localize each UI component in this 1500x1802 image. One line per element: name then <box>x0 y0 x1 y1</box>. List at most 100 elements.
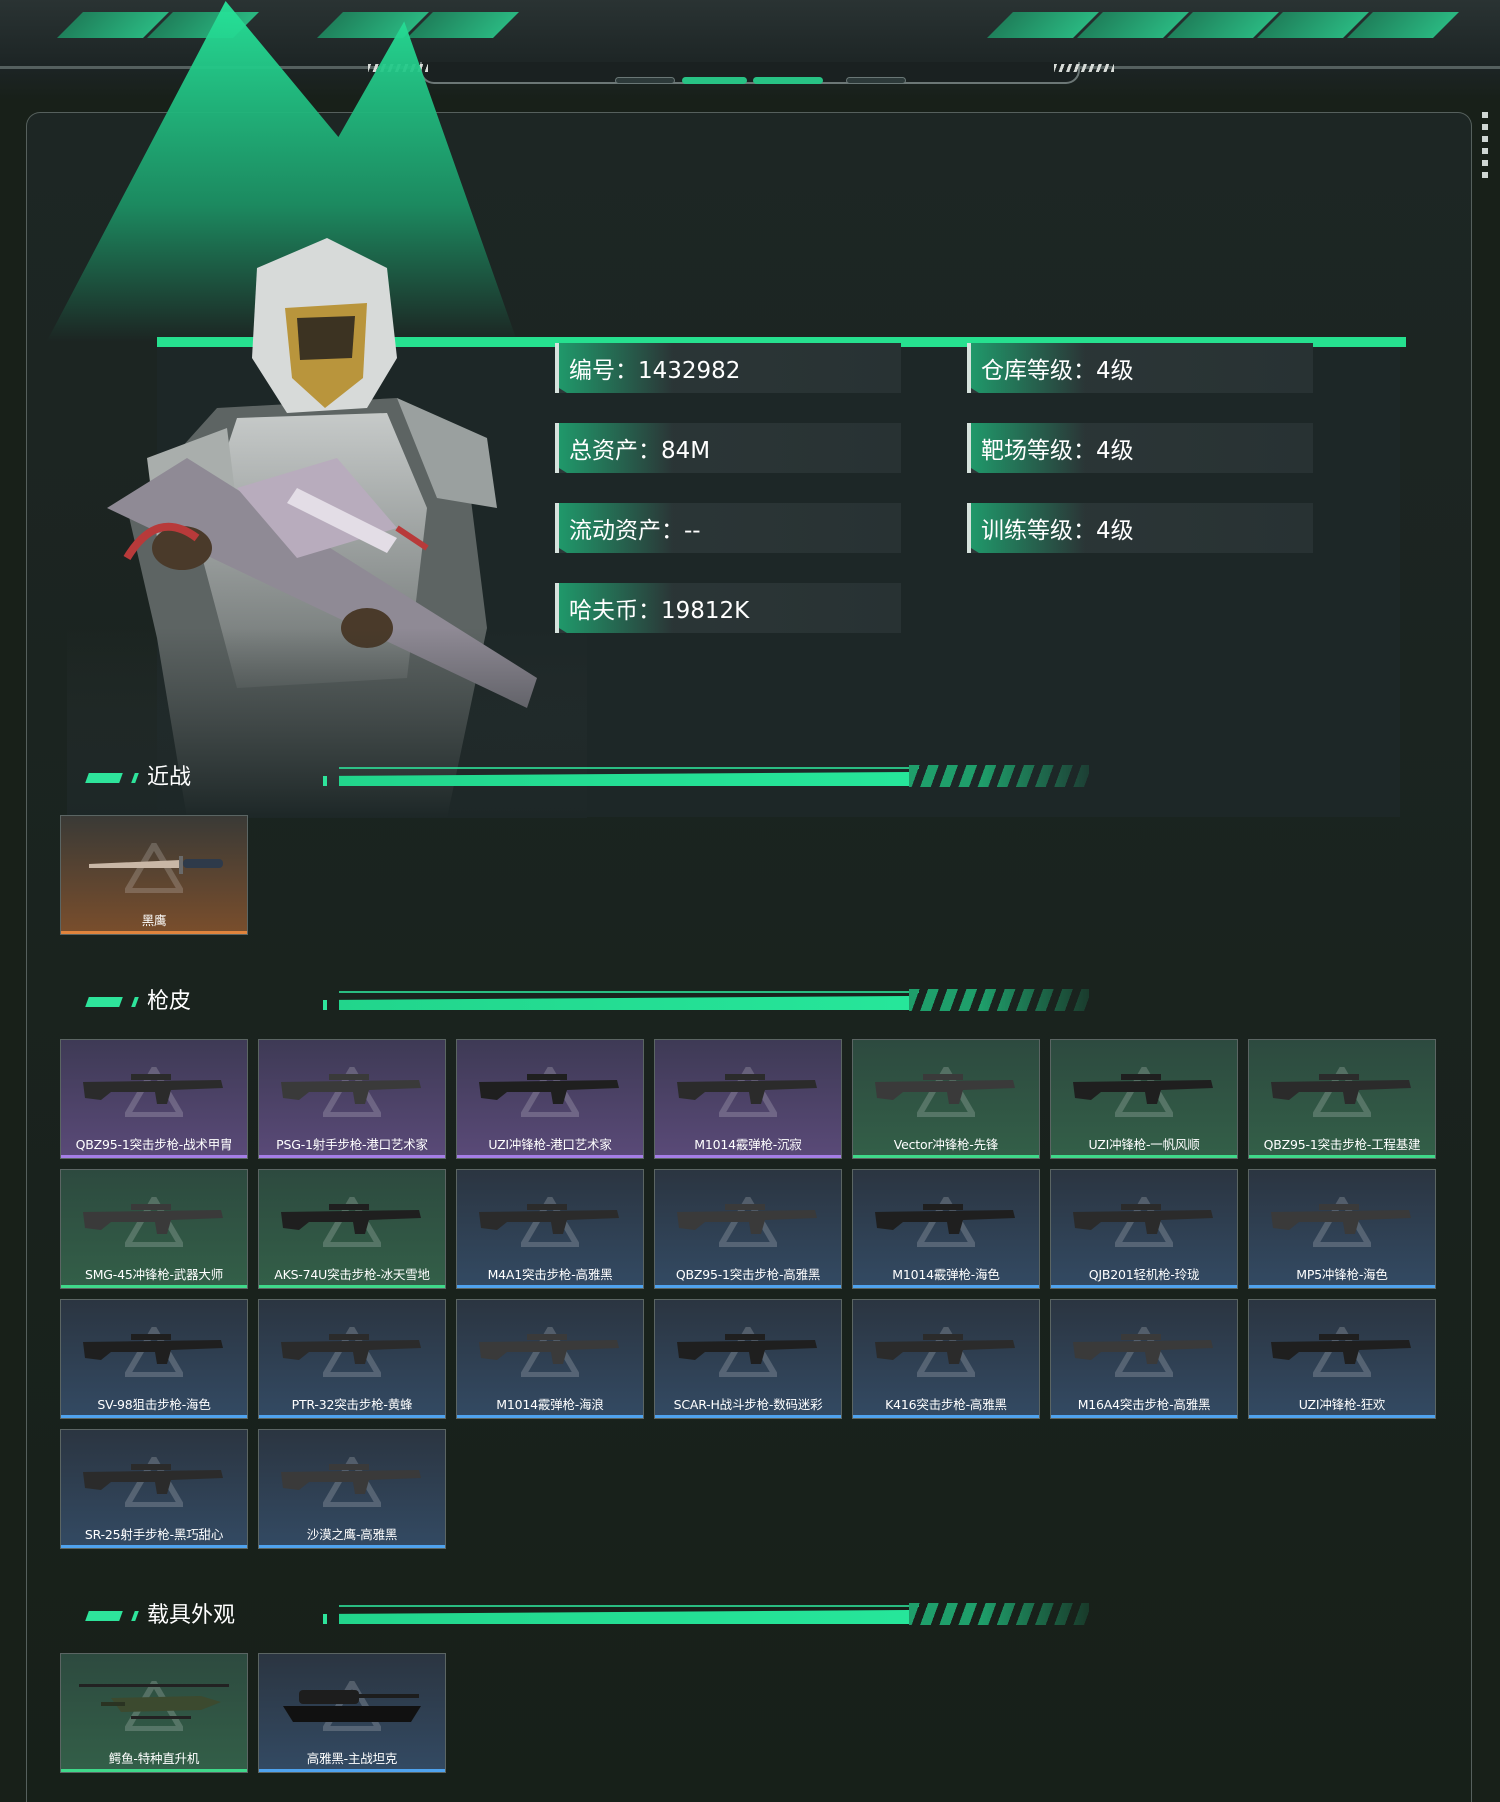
stat-range-level: 靶场等级：4级 <box>967 423 1313 473</box>
vehicles-item-card[interactable]: 高雅黑-主战坦克 <box>258 1653 446 1773</box>
melee-item-card[interactable]: 黑鹰 <box>60 815 248 935</box>
skins-item-card[interactable]: UZI冲锋枪-港口艺术家 <box>456 1039 644 1159</box>
rarity-bar <box>61 1769 247 1772</box>
stat-hafu-coin: 哈夫币：19812K <box>555 583 901 633</box>
gun-icon <box>281 1074 421 1104</box>
item-name: SMG-45冲锋枪-武器大师 <box>84 1267 224 1282</box>
rarity-bar <box>1249 1285 1435 1288</box>
skins-item-card[interactable]: Vector冲锋枪-先锋 <box>852 1039 1040 1159</box>
skins-item-card[interactable]: SCAR-H战斗步枪-数码迷彩 <box>654 1299 842 1419</box>
item-name: M4A1突击步枪-高雅黑 <box>487 1267 613 1282</box>
skins-item-card[interactable]: M16A4突击步枪-高雅黑 <box>1050 1299 1238 1419</box>
gun-icon <box>1073 1334 1213 1364</box>
skins-item-card[interactable]: K416突击步枪-高雅黑 <box>852 1299 1040 1419</box>
item-name: SCAR-H战斗步枪-数码迷彩 <box>673 1397 823 1412</box>
rarity-bar <box>61 1285 247 1288</box>
rarity-bar <box>1249 1155 1435 1158</box>
stat-player-id: 编号：1432982 <box>555 343 901 393</box>
skins-item-card[interactable]: QBZ95-1突击步枪-战术甲胄 <box>60 1039 248 1159</box>
stat-warehouse-level-text: 仓库等级：4级 <box>981 358 1134 384</box>
item-name: UZI冲锋枪-一帆风顺 <box>1088 1137 1200 1152</box>
item-name: QBZ95-1突击步枪-工程基建 <box>1263 1137 1421 1152</box>
stat-hafu-coin-text: 哈夫币：19812K <box>569 598 750 624</box>
skins-item-card[interactable]: MP5冲锋枪-海色 <box>1248 1169 1436 1289</box>
skins-item-card[interactable]: PTR-32突击步枪-黄蜂 <box>258 1299 446 1419</box>
skins-item-card[interactable]: M1014霰弹枪-沉寂 <box>654 1039 842 1159</box>
side-scroll-indicator <box>1482 112 1488 182</box>
rarity-bar <box>61 931 247 934</box>
rarity-bar <box>457 1415 643 1418</box>
stat-training-level: 训练等级：4级 <box>967 503 1313 553</box>
stat-player-id-text: 编号：1432982 <box>569 358 741 384</box>
gun-icon <box>1073 1074 1213 1104</box>
skins-item-card[interactable]: M4A1突击步枪-高雅黑 <box>456 1169 644 1289</box>
gun-icon <box>677 1074 817 1104</box>
rarity-bar <box>457 1285 643 1288</box>
skins-item-card[interactable]: SMG-45冲锋枪-武器大师 <box>60 1169 248 1289</box>
item-name: QBZ95-1突击步枪-高雅黑 <box>675 1267 821 1282</box>
gun-icon <box>479 1204 619 1234</box>
rarity-bar <box>655 1285 841 1288</box>
skins-item-card[interactable]: QJB201轻机枪-玲珑 <box>1050 1169 1238 1289</box>
rarity-bar <box>853 1285 1039 1288</box>
rarity-bar <box>457 1155 643 1158</box>
item-name: PTR-32突击步枪-黄蜂 <box>291 1397 413 1412</box>
item-name: UZI冲锋枪-港口艺术家 <box>488 1137 612 1152</box>
section-header-melee: 近战 <box>85 763 1089 793</box>
main-panel: 编号：1432982 仓库等级：4级 总资产：84M 靶场等级：4级 流动资产：… <box>26 1 1472 1802</box>
decor-pill <box>682 77 747 84</box>
item-name: UZI冲锋枪-狂欢 <box>1298 1397 1386 1412</box>
skins-item-card[interactable]: UZI冲锋枪-一帆风顺 <box>1050 1039 1238 1159</box>
item-name: 高雅黑-主战坦克 <box>306 1751 398 1766</box>
gun-icon <box>875 1204 1015 1234</box>
skins-item-card[interactable]: PSG-1射手步枪-港口艺术家 <box>258 1039 446 1159</box>
vehicles-item-card[interactable]: 鳄鱼-特种直升机 <box>60 1653 248 1773</box>
gun-icon <box>677 1204 817 1234</box>
item-name: MP5冲锋枪-海色 <box>1296 1267 1388 1282</box>
skins-item-card[interactable]: UZI冲锋枪-狂欢 <box>1248 1299 1436 1419</box>
gun-icon <box>677 1334 817 1364</box>
rarity-bar <box>655 1415 841 1418</box>
section-header-vehicles: 载具外观 <box>85 1601 1089 1631</box>
item-name: SV-98狙击步枪-海色 <box>97 1397 211 1412</box>
skins-item-card[interactable]: M1014霰弹枪-海浪 <box>456 1299 644 1419</box>
decor-rail-notch <box>420 62 1080 84</box>
gun-icon <box>281 1464 421 1494</box>
skins-item-card[interactable]: SV-98狙击步枪-海色 <box>60 1299 248 1419</box>
gun-icon <box>281 1334 421 1364</box>
skins-item-card[interactable]: AKS-74U突击步枪-冰天雪地 <box>258 1169 446 1289</box>
item-name: M1014霰弹枪-海色 <box>892 1267 1000 1282</box>
gun-icon <box>1073 1204 1213 1234</box>
item-name: AKS-74U突击步枪-冰天雪地 <box>274 1267 430 1282</box>
decor-stripes <box>1054 64 1114 72</box>
item-name: QBZ95-1突击步枪-战术甲胄 <box>75 1137 233 1152</box>
stat-training-level-text: 训练等级：4级 <box>981 518 1134 544</box>
operator-avatar <box>67 238 587 818</box>
skins-item-card[interactable]: QBZ95-1突击步枪-工程基建 <box>1248 1039 1436 1159</box>
rarity-bar <box>1249 1415 1435 1418</box>
skins-item-card[interactable]: M1014霰弹枪-海色 <box>852 1169 1040 1289</box>
section-title-melee: 近战 <box>147 765 192 790</box>
skins-item-card[interactable]: 沙漠之鹰-高雅黑 <box>258 1429 446 1549</box>
gun-icon <box>83 1334 223 1364</box>
gun-icon <box>83 1204 223 1234</box>
skins-item-card[interactable]: SR-25射手步枪-黑巧甜心 <box>60 1429 248 1549</box>
gun-icon <box>79 1684 229 1719</box>
section-title-skins: 枪皮 <box>147 989 192 1014</box>
item-name: M1014霰弹枪-沉寂 <box>694 1137 802 1152</box>
stat-warehouse-level: 仓库等级：4级 <box>967 343 1313 393</box>
decor-pill <box>615 77 675 84</box>
gun-icon <box>83 1464 223 1494</box>
skins-item-card[interactable]: QBZ95-1突击步枪-高雅黑 <box>654 1169 842 1289</box>
gun-icon <box>875 1074 1015 1104</box>
rarity-bar <box>259 1415 445 1418</box>
stat-range-level-text: 靶场等级：4级 <box>981 438 1134 464</box>
item-name: 黑鹰 <box>141 913 167 928</box>
rarity-bar <box>259 1545 445 1548</box>
decor-pill <box>846 77 906 84</box>
section-title-vehicles: 载具外观 <box>147 1603 236 1628</box>
rarity-bar <box>655 1155 841 1158</box>
rarity-bar <box>1051 1415 1237 1418</box>
item-name: M1014霰弹枪-海浪 <box>496 1397 604 1412</box>
gun-icon <box>83 1074 223 1104</box>
